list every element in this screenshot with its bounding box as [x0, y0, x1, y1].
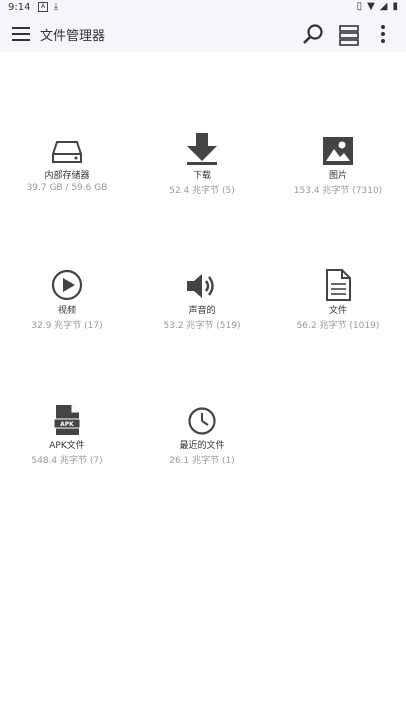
tile-sub: 548.4 兆字节 (7): [31, 456, 103, 466]
wifi-icon: ▼: [367, 1, 375, 12]
status-right-icons: ▯ ▼ ◢ ▮: [357, 1, 398, 12]
download-icon: ⤓: [54, 2, 58, 12]
download-icon: [142, 130, 262, 166]
apk-badge-text: APK: [60, 421, 74, 428]
tile-label: APK文件: [49, 441, 85, 451]
tile-downloads[interactable]: 下载 52.4 兆字节 (5): [142, 130, 262, 196]
app-bar: 文件管理器: [0, 16, 406, 52]
tile-sub: 32.9 兆字节 (17): [31, 321, 103, 331]
app-title: 文件管理器: [40, 29, 106, 44]
tile-sub: 153.4 兆字节 (7310): [293, 186, 383, 196]
tile-label: 视频: [57, 306, 76, 316]
layout-icon[interactable]: [336, 22, 362, 48]
tile-label: 声音的: [188, 306, 216, 316]
tile-audio[interactable]: 声音的 53.2 兆字节 (519): [142, 265, 262, 331]
status-time: 9:14: [8, 2, 31, 13]
a-badge-icon: A: [38, 2, 48, 12]
tile-label: 下载: [192, 171, 211, 181]
status-left-icons: A ⤓: [38, 2, 58, 12]
status-bar: 9:14 A ⤓ ▯ ▼ ◢ ▮: [0, 0, 406, 16]
tile-apk[interactable]: APK APK文件 548.4 兆字节 (7): [7, 400, 127, 466]
tile-sub: 56.2 兆字节 (1019): [296, 321, 380, 331]
document-icon: [278, 265, 398, 301]
battery-icon: ▮: [392, 1, 398, 12]
tile-documents[interactable]: 文件 56.2 兆字节 (1019): [278, 265, 398, 331]
tile-label: 内部存储器: [44, 171, 90, 181]
tile-sub: 52.4 兆字节 (5): [169, 186, 235, 196]
tile-sub: 26.1 兆字节 (1): [169, 456, 235, 466]
clock-icon: [142, 400, 262, 436]
vibrate-icon: ▯: [356, 1, 363, 12]
video-icon: [7, 265, 127, 301]
tile-label: 图片: [328, 171, 347, 181]
menu-icon[interactable]: [10, 24, 34, 44]
tile-sub: 39.7 GB / 59.6 GB: [26, 183, 108, 193]
signal-icon: ◢: [379, 1, 388, 12]
tile-label: 文件: [328, 306, 347, 316]
apk-icon: APK: [7, 400, 127, 436]
tile-images[interactable]: 图片 153.4 兆字节 (7310): [278, 130, 398, 196]
tile-label: 最近的文件: [179, 441, 225, 451]
image-icon: [278, 130, 398, 166]
tile-internal-storage[interactable]: 内部存储器 39.7 GB / 59.6 GB: [7, 130, 127, 193]
drive-icon: [7, 130, 127, 166]
search-icon[interactable]: [300, 22, 326, 48]
tile-video[interactable]: 视频 32.9 兆字节 (17): [7, 265, 127, 331]
tile-sub: 53.2 兆字节 (519): [163, 321, 241, 331]
tile-recent[interactable]: 最近的文件 26.1 兆字节 (1): [142, 400, 262, 466]
more-icon[interactable]: [373, 22, 393, 48]
audio-icon: [142, 265, 262, 301]
